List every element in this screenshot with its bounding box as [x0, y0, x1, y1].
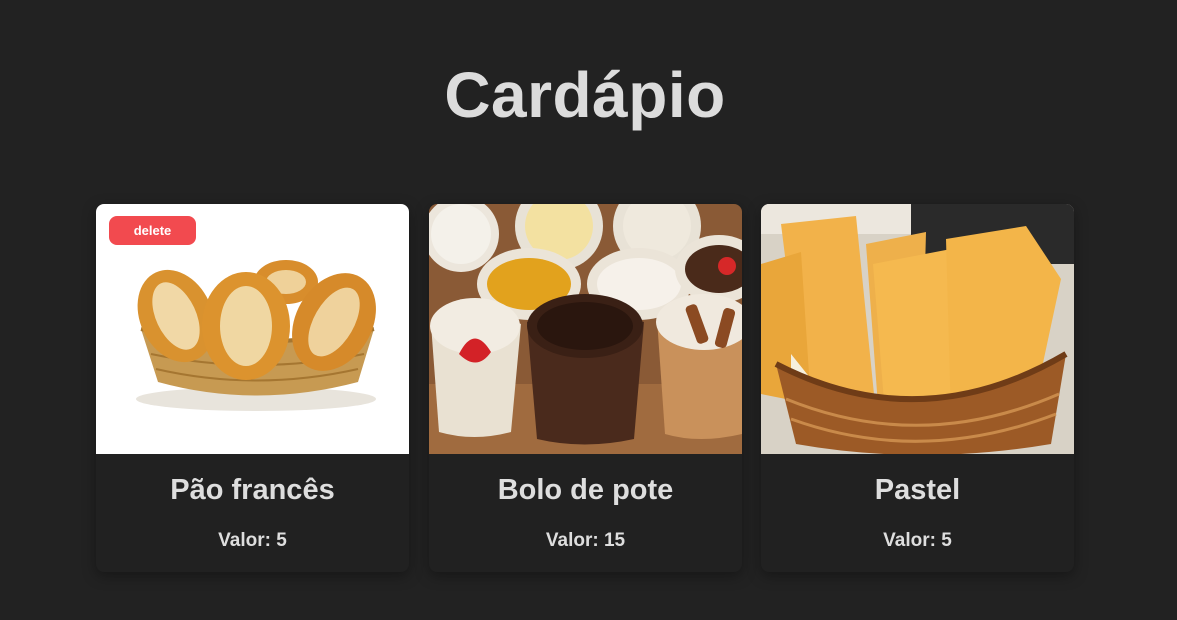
product-image-cake-cups [429, 204, 742, 454]
product-name: Pão francês [170, 474, 335, 506]
product-card: delete Pão francês Valor: 5 [96, 204, 409, 572]
product-card: Bolo de pote Valor: 15 [429, 204, 742, 572]
product-image-pastel [761, 204, 1074, 454]
product-price: Valor: 5 [218, 530, 287, 551]
product-price: Valor: 15 [545, 530, 626, 551]
product-name: Bolo de pote [497, 474, 674, 506]
product-name: Pastel [874, 474, 961, 506]
product-card: Pastel Valor: 5 [761, 204, 1074, 572]
delete-button[interactable]: delete [109, 216, 196, 245]
product-image-bread: delete [96, 204, 409, 454]
page-title: Cardápio [444, 59, 726, 131]
product-price: Valor: 5 [883, 530, 952, 551]
